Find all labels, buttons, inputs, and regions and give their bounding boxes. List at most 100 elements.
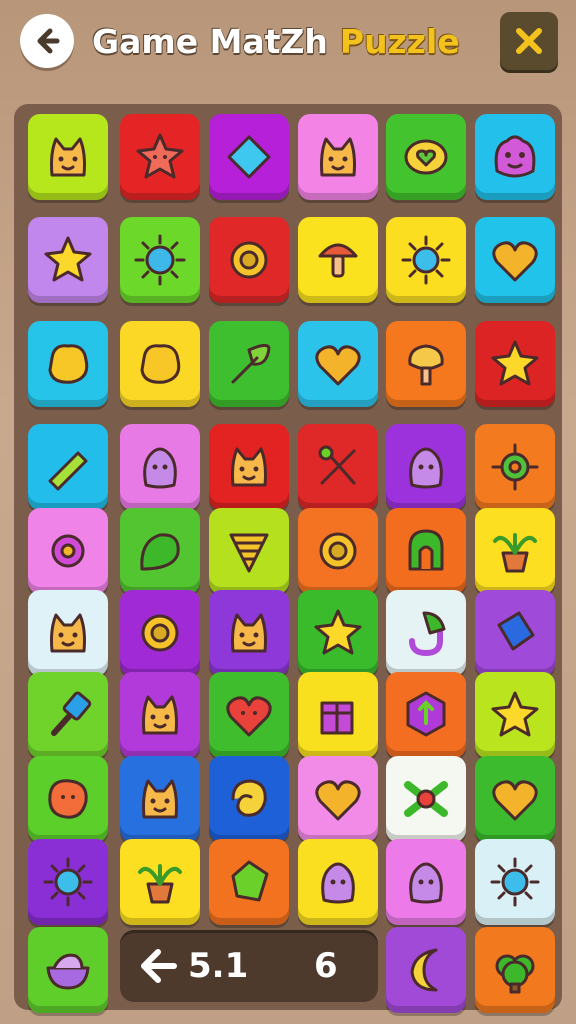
tile-r5-c3[interactable] xyxy=(298,590,378,676)
tile-r9-c0[interactable] xyxy=(28,927,108,1013)
cat-face-icon xyxy=(231,613,267,653)
hammer-icon xyxy=(51,691,92,736)
tile-r1-c5[interactable] xyxy=(475,217,555,303)
top-bar: Game MatZh Puzzle xyxy=(0,0,576,90)
tile-r0-c4[interactable] xyxy=(386,114,466,200)
tile-r6-c4[interactable] xyxy=(386,672,466,758)
tile-r4-c3[interactable] xyxy=(298,508,378,594)
heart-icon xyxy=(315,345,361,386)
ring-icon xyxy=(141,614,179,652)
cat-face-icon xyxy=(142,779,178,819)
tile-r4-c1[interactable] xyxy=(120,508,200,594)
tile-r8-c5[interactable] xyxy=(475,839,555,925)
tile-r4-c4[interactable] xyxy=(386,508,466,594)
tile-r3-c1[interactable] xyxy=(120,424,200,510)
tree-icon xyxy=(408,344,444,386)
tile-r1-c0[interactable] xyxy=(28,217,108,303)
star-icon xyxy=(491,340,539,386)
cat-face-icon xyxy=(142,695,178,735)
cat-face-icon xyxy=(320,137,356,177)
back-button[interactable] xyxy=(20,14,74,68)
tile-r5-c1[interactable] xyxy=(120,590,200,676)
tile-r5-c4[interactable] xyxy=(386,590,466,676)
hexagon-icon xyxy=(406,691,446,737)
left-arrow-icon[interactable] xyxy=(140,948,178,984)
tile-r7-c0[interactable] xyxy=(28,756,108,842)
close-x-icon xyxy=(516,28,542,54)
cat-face-icon xyxy=(50,613,86,653)
plant-icon xyxy=(493,533,537,573)
tile-r2-c3[interactable] xyxy=(298,321,378,407)
cone-icon xyxy=(229,533,269,573)
tile-r1-c2[interactable] xyxy=(209,217,289,303)
tile-r9-c4[interactable] xyxy=(386,927,466,1013)
tile-r5-c0[interactable] xyxy=(28,590,108,676)
crayon-icon xyxy=(48,451,88,491)
tile-r2-c4[interactable] xyxy=(386,321,466,407)
tile-r0-c2[interactable] xyxy=(209,114,289,200)
tile-r7-c2[interactable] xyxy=(209,756,289,842)
tile-r5-c5[interactable] xyxy=(475,590,555,676)
leaf-icon xyxy=(231,343,271,384)
ghost-icon xyxy=(409,862,443,904)
tile-r8-c1[interactable] xyxy=(120,839,200,925)
tile-r7-c5[interactable] xyxy=(475,756,555,842)
tile-r1-c4[interactable] xyxy=(386,217,466,303)
tile-r6-c3[interactable] xyxy=(298,672,378,758)
tile-r7-c1[interactable] xyxy=(120,756,200,842)
heart-icon xyxy=(492,241,538,282)
moon-icon xyxy=(410,948,438,992)
tools-icon xyxy=(318,445,356,485)
tile-r2-c1[interactable] xyxy=(120,321,200,407)
sun-icon xyxy=(401,235,451,285)
ring-icon xyxy=(319,532,357,570)
tile-r8-c3[interactable] xyxy=(298,839,378,925)
ghost-icon xyxy=(321,862,355,904)
close-button[interactable] xyxy=(500,12,558,70)
tile-r6-c5[interactable] xyxy=(475,672,555,758)
box-icon xyxy=(320,701,354,735)
tile-r2-c0[interactable] xyxy=(28,321,108,407)
status-bar: 5.1 6 xyxy=(120,930,378,1002)
moves-value: 6 xyxy=(314,946,338,986)
tile-r2-c2[interactable] xyxy=(209,321,289,407)
tile-r6-c0[interactable] xyxy=(28,672,108,758)
arch-icon xyxy=(408,529,444,571)
tile-r3-c0[interactable] xyxy=(28,424,108,510)
tile-r6-c2[interactable] xyxy=(209,672,289,758)
ghost-icon xyxy=(143,447,177,489)
cat-face-icon xyxy=(50,137,86,177)
tile-r0-c5[interactable] xyxy=(475,114,555,200)
back-arrow-icon xyxy=(37,28,60,54)
tile-r0-c3[interactable] xyxy=(298,114,378,200)
flower-leaf-icon xyxy=(404,781,448,817)
tile-r4-c2[interactable] xyxy=(209,508,289,594)
gem-icon xyxy=(231,860,269,902)
tile-r6-c1[interactable] xyxy=(120,672,200,758)
tile-r3-c4[interactable] xyxy=(386,424,466,510)
flower-icon xyxy=(51,534,85,568)
tile-r0-c1[interactable] xyxy=(120,114,200,200)
magnet-icon xyxy=(409,611,446,657)
tile-r4-c0[interactable] xyxy=(28,508,108,594)
tile-r1-c1[interactable] xyxy=(120,217,200,303)
tile-r4-c5[interactable] xyxy=(475,508,555,594)
tile-r8-c2[interactable] xyxy=(209,839,289,925)
heart-icon xyxy=(492,780,538,821)
tile-r9-c5[interactable] xyxy=(475,927,555,1013)
blob-icon xyxy=(140,344,181,384)
tile-r8-c0[interactable] xyxy=(28,839,108,925)
plant-icon xyxy=(138,864,182,904)
game-title: Game MatZh Puzzle xyxy=(92,18,460,64)
tile-r8-c4[interactable] xyxy=(386,839,466,925)
tile-r2-c5[interactable] xyxy=(475,321,555,407)
game-board xyxy=(14,104,562,1013)
tile-r7-c4[interactable] xyxy=(386,756,466,842)
tile-r3-c5[interactable] xyxy=(475,424,555,510)
tile-r7-c3[interactable] xyxy=(298,756,378,842)
tile-r5-c2[interactable] xyxy=(209,590,289,676)
tile-r0-c0[interactable] xyxy=(28,114,108,200)
tile-r3-c2[interactable] xyxy=(209,424,289,510)
tile-r1-c3[interactable] xyxy=(298,217,378,303)
tile-r3-c3[interactable] xyxy=(298,424,378,510)
